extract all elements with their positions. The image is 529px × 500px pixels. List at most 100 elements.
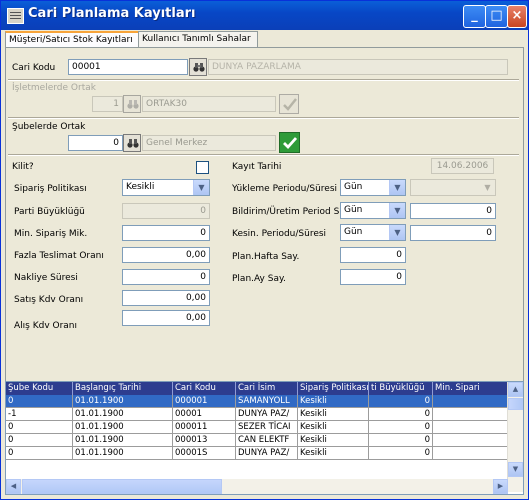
hscroll-thumb[interactable] bbox=[22, 479, 222, 494]
siparis-politikasi-value: Kesikli bbox=[126, 182, 155, 192]
table-cell: Kesikli bbox=[298, 447, 369, 459]
yukleme-unit-value: Gün bbox=[344, 182, 363, 192]
plan-hafta-label: Plan.Hafta Say. bbox=[232, 252, 300, 262]
yukleme-value-select[interactable]: ▼ bbox=[410, 179, 496, 196]
grid-header: Şube Kodu Başlangıç Tarihi Cari Kodu Car… bbox=[6, 382, 508, 395]
bildirim-unit-value: Gün bbox=[344, 205, 363, 215]
cari-name-input[interactable]: DUNYA PAZARLAMA bbox=[208, 59, 508, 75]
checkmark-icon bbox=[283, 97, 297, 111]
kilit-checkbox[interactable] bbox=[196, 161, 209, 174]
vertical-scrollbar[interactable]: ▲ ▼ bbox=[507, 382, 523, 492]
table-cell: 01.01.1900 bbox=[73, 408, 173, 420]
table-cell: DUNYA PAZ/ bbox=[236, 408, 298, 420]
column-header[interactable]: Min. Sipari bbox=[433, 382, 508, 395]
bildirim-uretim-label: Bildirim/Üretim Period S. bbox=[232, 207, 343, 217]
scroll-up-icon[interactable]: ▲ bbox=[508, 382, 523, 397]
table-row[interactable]: 0 01.01.1900 000013 CAN ELEKTF Kesikli 0 bbox=[6, 434, 508, 447]
siparis-politikasi-select[interactable]: Kesikli ▼ bbox=[122, 179, 210, 196]
table-cell: 0 bbox=[369, 408, 433, 420]
scroll-left-icon[interactable]: ◀ bbox=[6, 479, 21, 494]
table-cell bbox=[433, 447, 508, 459]
sube-name-input[interactable]: Genel Merkez bbox=[142, 135, 276, 151]
isletme-ortak-label: İşletmelerde Ortak bbox=[12, 83, 96, 93]
binoculars-icon bbox=[193, 61, 205, 72]
table-cell bbox=[433, 395, 508, 407]
satis-kdv-label: Satış Kdv Oranı bbox=[14, 295, 84, 305]
plan-ay-label: Plan.Ay Say. bbox=[232, 274, 286, 284]
records-grid[interactable]: Şube Kodu Başlangıç Tarihi Cari Kodu Car… bbox=[5, 381, 524, 495]
nakliye-suresi-input[interactable]: 0 bbox=[122, 269, 210, 285]
alis-kdv-label: Alış Kdv Oranı bbox=[14, 321, 78, 331]
cari-lookup-button[interactable] bbox=[189, 58, 207, 76]
yukleme-unit-select[interactable]: Gün ▼ bbox=[340, 179, 406, 196]
isletme-ortak-input[interactable]: 1 bbox=[92, 96, 123, 112]
title-bar[interactable]: Cari Planlama Kayıtları _ □ × bbox=[1, 1, 528, 30]
tab-kullanici-tanimli[interactable]: Kullanıcı Tanımlı Sahalar bbox=[138, 31, 258, 47]
sube-ortak-label: Şubelerde Ortak bbox=[12, 122, 86, 132]
table-cell: 000013 bbox=[173, 434, 236, 446]
table-cell: 0 bbox=[6, 434, 73, 446]
sube-confirm-button[interactable] bbox=[279, 132, 300, 153]
parti-buyuklugu-input[interactable]: 0 bbox=[122, 203, 210, 219]
table-row[interactable]: 0 01.01.1900 000011 SEZER TİCAI Kesikli 0 bbox=[6, 421, 508, 434]
kesin-unit-select[interactable]: Gün ▼ bbox=[340, 224, 406, 241]
table-row[interactable]: -1 01.01.1900 00001 DUNYA PAZ/Kesikli 0 bbox=[6, 408, 508, 421]
table-cell: SAMANYOLL bbox=[236, 395, 298, 407]
kayit-tarihi-input[interactable]: 14.06.2006 bbox=[431, 158, 494, 174]
bildirim-unit-select[interactable]: Gün ▼ bbox=[340, 202, 406, 219]
column-header[interactable]: Başlangıç Tarihi bbox=[73, 382, 173, 395]
scroll-right-icon[interactable]: ▶ bbox=[493, 479, 508, 494]
table-cell bbox=[433, 421, 508, 433]
table-cell: 0 bbox=[6, 447, 73, 459]
table-row[interactable]: 0 01.01.1900 000001 SAMANYOLL Kesikli 0 bbox=[6, 395, 508, 408]
column-header[interactable]: Şube Kodu bbox=[6, 382, 73, 395]
minimize-button[interactable]: _ bbox=[463, 5, 486, 28]
isletme-confirm-button[interactable] bbox=[279, 94, 299, 114]
table-cell: 0 bbox=[369, 434, 433, 446]
isletme-lookup-button[interactable] bbox=[123, 95, 141, 113]
table-cell: 00001S bbox=[173, 447, 236, 459]
table-cell: 00001 bbox=[173, 408, 236, 420]
plan-ay-input[interactable]: 0 bbox=[340, 269, 406, 285]
close-button[interactable]: × bbox=[507, 5, 527, 28]
table-cell bbox=[433, 408, 508, 420]
alis-kdv-input[interactable]: 0,00 bbox=[122, 310, 210, 326]
column-header[interactable]: Cari İsim bbox=[236, 382, 298, 395]
cari-kodu-input[interactable]: 00001 bbox=[68, 59, 188, 75]
sube-lookup-button[interactable] bbox=[123, 134, 141, 152]
table-cell: 000011 bbox=[173, 421, 236, 433]
chevron-down-icon: ▼ bbox=[193, 180, 209, 195]
parti-buyuklugu-label: Parti Büyüklüğü bbox=[14, 207, 85, 217]
kesin-value-input[interactable]: 0 bbox=[410, 225, 496, 241]
table-cell: CAN ELEKTF bbox=[236, 434, 298, 446]
kayit-tarihi-label: Kayıt Tarihi bbox=[232, 162, 282, 172]
kesin-unit-value: Gün bbox=[344, 227, 363, 237]
table-cell: 0 bbox=[6, 421, 73, 433]
nakliye-suresi-label: Nakliye Süresi bbox=[14, 273, 78, 283]
table-cell: SEZER TİCAI bbox=[236, 421, 298, 433]
sube-ortak-input[interactable]: 0 bbox=[68, 135, 123, 151]
table-row[interactable]: 0 01.01.1900 00001S DUNYA PAZ/Kesikli 0 bbox=[6, 447, 508, 460]
column-header[interactable]: Sipariş Politikası bbox=[298, 382, 369, 395]
chevron-down-icon: ▼ bbox=[389, 225, 405, 240]
horizontal-scrollbar[interactable]: ◀ ▶ bbox=[6, 479, 508, 494]
scroll-down-icon[interactable]: ▼ bbox=[508, 462, 523, 477]
column-header[interactable]: ti Büyüklüğü bbox=[369, 382, 433, 395]
cari-kodu-label: Cari Kodu bbox=[12, 63, 56, 73]
scroll-thumb[interactable] bbox=[508, 398, 523, 410]
chevron-down-icon: ▼ bbox=[480, 180, 495, 195]
min-siparis-input[interactable]: 0 bbox=[122, 225, 210, 241]
binoculars-icon bbox=[127, 137, 139, 148]
bildirim-value-input[interactable]: 0 bbox=[410, 203, 496, 219]
column-header[interactable]: Cari Kodu bbox=[173, 382, 236, 395]
satis-kdv-input[interactable]: 0,00 bbox=[122, 290, 210, 306]
isletme-name-input[interactable]: ORTAK30 bbox=[142, 96, 276, 112]
window-title: Cari Planlama Kayıtları bbox=[28, 6, 196, 21]
plan-hafta-input[interactable]: 0 bbox=[340, 247, 406, 263]
table-cell: Kesikli bbox=[298, 408, 369, 420]
fazla-teslimat-input[interactable]: 0,00 bbox=[122, 247, 210, 263]
table-cell: Kesikli bbox=[298, 395, 369, 407]
app-icon bbox=[7, 8, 24, 24]
maximize-button[interactable]: □ bbox=[485, 5, 508, 28]
table-cell: 000001 bbox=[173, 395, 236, 407]
